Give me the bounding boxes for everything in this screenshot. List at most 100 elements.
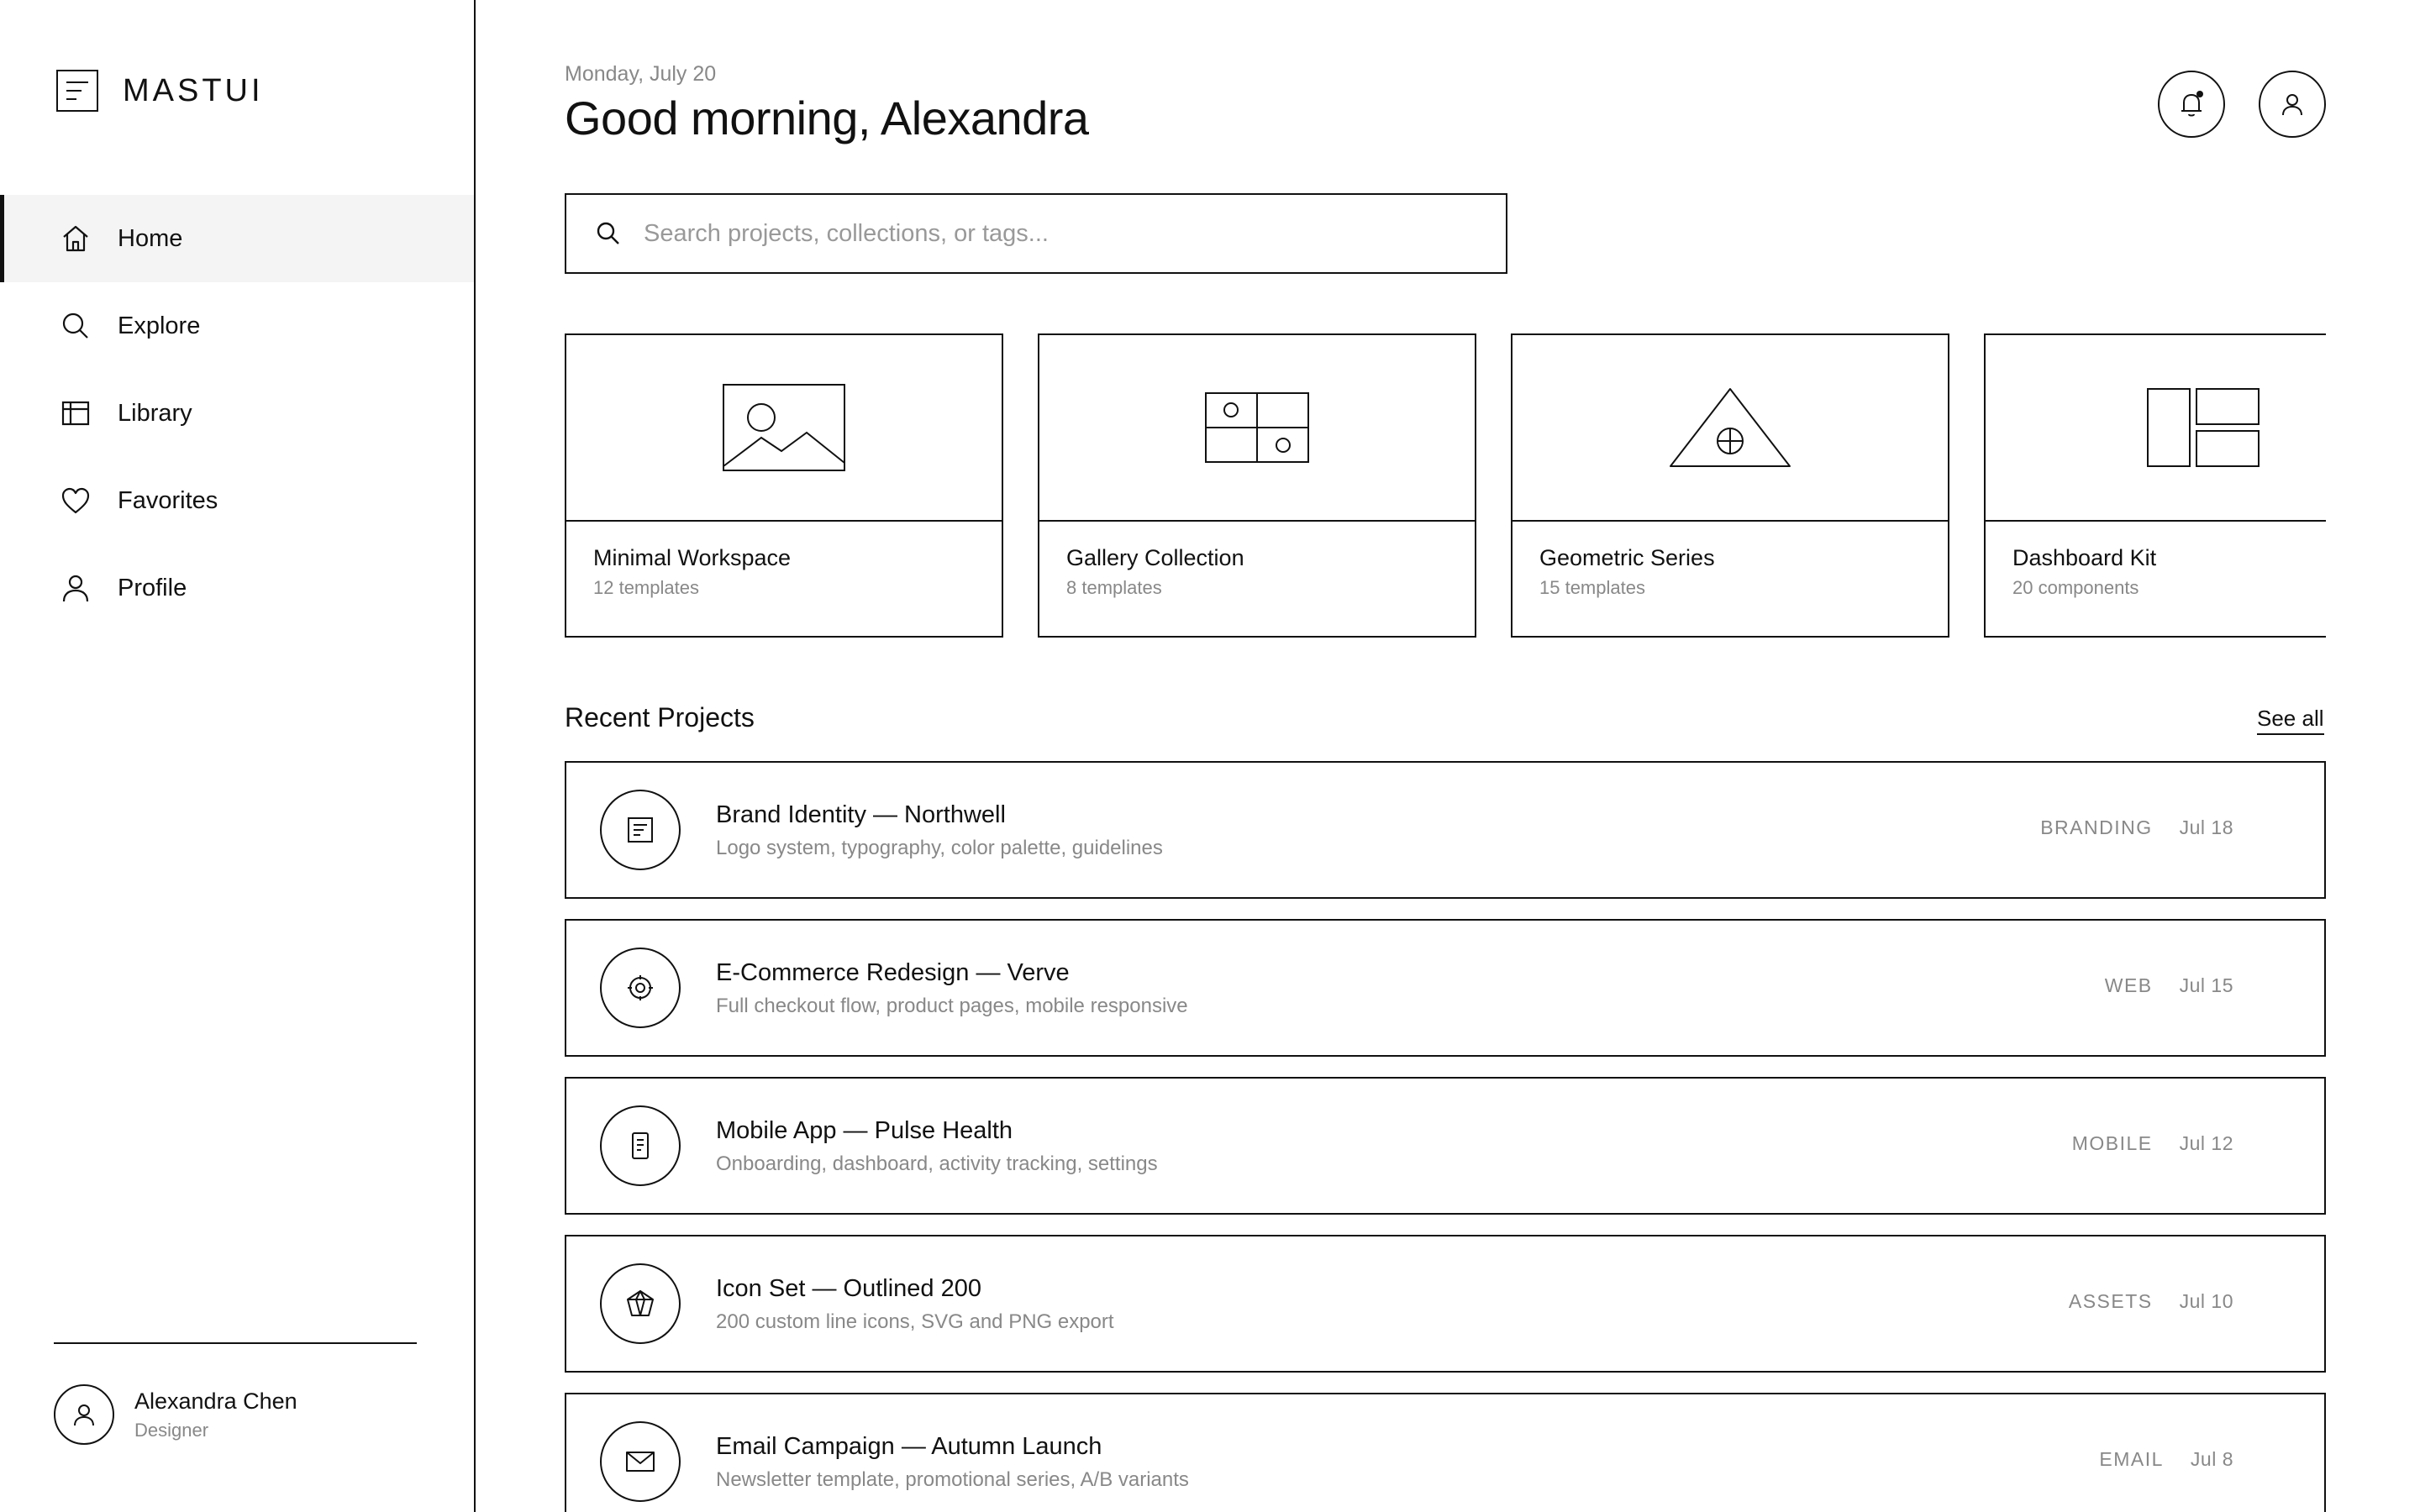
project-meta: BRANDING Jul 18 [2040,816,2233,839]
collection-card[interactable]: Geometric Series 15 templates [1511,333,1949,638]
see-all-link[interactable]: See all [2257,706,2324,735]
document-icon [628,817,653,843]
search-bar[interactable] [565,193,1507,274]
user-icon [2282,94,2302,116]
heart-icon [61,487,90,514]
library-grid-icon [61,401,90,426]
project-row[interactable]: E-Commerce Redesign — Verve Full checkou… [565,919,2326,1057]
card-title: Minimal Workspace [593,545,792,570]
project-description: Logo system, typography, color palette, … [716,837,1163,859]
sidebar-nav: Home Explore Library Favorites Profile [0,195,474,632]
card-thumbnail [566,335,1002,522]
home-icon [63,225,88,252]
current-date: Monday, July 20 [565,62,717,86]
card-subtitle: 20 components [2012,577,2139,598]
project-tag: EMAIL [2099,1448,2164,1470]
sidebar-divider [54,1342,417,1344]
card-subtitle: 12 templates [593,577,699,598]
project-date: Jul 18 [2179,816,2233,838]
project-date: Jul 8 [2190,1448,2233,1470]
collection-card[interactable]: Gallery Collection 8 templates [1038,333,1476,638]
recent-projects-list: Brand Identity — Northwell Logo system, … [565,761,2326,1512]
project-tag: BRANDING [2040,816,2153,838]
project-icon [600,948,681,1028]
project-meta: MOBILE Jul 12 [2072,1132,2233,1155]
section-title: Recent Projects [565,702,755,732]
triangle-crosshair-icon [1670,388,1791,467]
project-description: Newsletter template, promotional series,… [716,1468,1189,1491]
project-description: Full checkout flow, product pages, mobil… [716,995,1188,1017]
image-landscape-icon [723,384,845,471]
project-date: Jul 10 [2179,1290,2233,1312]
user-icon [62,575,89,602]
project-row[interactable]: Mobile App — Pulse Health Onboarding, da… [565,1077,2326,1215]
project-icon [600,790,681,870]
grid-gallery-icon [1205,392,1309,463]
project-title: Mobile App — Pulse Health [716,1117,1013,1144]
project-icon [600,1263,681,1344]
search-icon [597,222,619,244]
collection-card[interactable]: Minimal Workspace 12 templates [565,333,1003,638]
card-thumbnail [1512,335,1948,522]
brand-name: MASTUI [123,72,264,108]
card-thumbnail [1039,335,1475,522]
project-row[interactable]: Icon Set — Outlined 200 200 custom line … [565,1235,2326,1373]
collections-carousel: Minimal Workspace 12 templates Gallery C… [565,333,2326,638]
mail-icon [626,1452,655,1472]
gem-icon [627,1290,654,1316]
sidebar-item-explore[interactable]: Explore [0,282,474,370]
project-description: 200 custom line icons, SVG and PNG expor… [716,1310,1114,1333]
bell-icon [2181,91,2203,117]
card-title: Dashboard Kit [2012,545,2157,570]
user-name: Alexandra Chen [134,1388,297,1414]
document-lines-icon [56,70,98,112]
project-title: E-Commerce Redesign — Verve [716,959,1070,986]
sidebar-item-favorites[interactable]: Favorites [0,457,474,544]
project-date: Jul 15 [2179,974,2233,996]
target-icon [628,975,653,1000]
search-icon [62,312,88,339]
project-row[interactable]: Brand Identity — Northwell Logo system, … [565,761,2326,899]
project-meta: WEB Jul 15 [2105,974,2233,997]
project-icon [600,1105,681,1186]
card-title: Geometric Series [1539,545,1715,570]
sidebar-item-home[interactable]: Home [0,195,474,282]
collection-card[interactable]: Dashboard Kit 20 components [1984,333,2326,638]
project-title: Brand Identity — Northwell [716,801,1006,828]
sidebar-item-label: Home [118,224,183,252]
notifications-button[interactable] [2158,71,2225,138]
sidebar-item-label: Explore [118,312,201,339]
sidebar-user[interactable]: Alexandra Chen Designer [54,1384,297,1445]
layout-panels-icon [2147,388,2260,467]
avatar [54,1384,114,1445]
sidebar-item-label: Library [118,399,192,427]
card-title: Gallery Collection [1066,545,1244,570]
project-tag: ASSETS [2068,1290,2153,1312]
project-row[interactable]: Email Campaign — Autumn Launch Newslette… [565,1393,2326,1512]
project-date: Jul 12 [2179,1132,2233,1154]
project-icon [600,1421,681,1502]
card-subtitle: 15 templates [1539,577,1645,598]
project-meta: EMAIL Jul 8 [2099,1448,2233,1471]
card-thumbnail [1986,335,2326,522]
sidebar: MASTUI Home Explore Library Favorites Pr… [0,0,476,1512]
sidebar-item-library[interactable]: Library [0,370,474,457]
project-title: Email Campaign — Autumn Launch [716,1433,1102,1460]
project-title: Icon Set — Outlined 200 [716,1275,981,1302]
project-description: Onboarding, dashboard, activity tracking… [716,1152,1158,1175]
sidebar-item-label: Favorites [118,486,218,514]
sidebar-item-label: Profile [118,574,187,601]
search-input[interactable] [644,219,1484,248]
brand[interactable]: MASTUI [55,69,264,113]
user-role: Designer [134,1419,209,1441]
user-icon [74,1404,94,1426]
project-meta: ASSETS Jul 10 [2069,1290,2233,1313]
sidebar-item-profile[interactable]: Profile [0,544,474,632]
project-tag: WEB [2104,974,2153,996]
phone-icon [632,1132,649,1159]
account-button[interactable] [2259,71,2326,138]
page-title: Good morning, Alexandra [565,92,1089,144]
card-subtitle: 8 templates [1066,577,1162,598]
project-tag: MOBILE [2071,1132,2153,1154]
user-info: Alexandra Chen Designer [134,1389,297,1441]
